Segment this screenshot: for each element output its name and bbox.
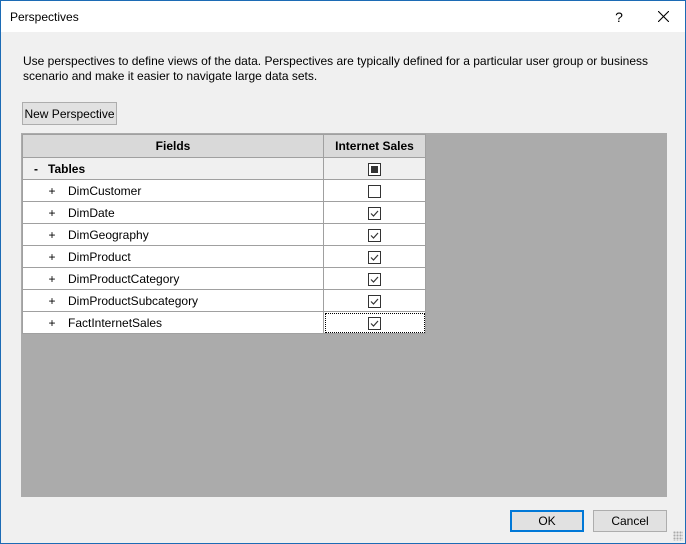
close-icon <box>657 11 669 22</box>
resize-grip[interactable] <box>673 531 683 541</box>
table-name: DimProduct <box>68 249 131 264</box>
table-name: DimDate <box>68 205 115 220</box>
close-button[interactable] <box>643 1 683 32</box>
help-icon: ? <box>615 8 623 25</box>
checkmark-icon <box>370 320 379 327</box>
table-name: DimProductCategory <box>68 271 180 286</box>
checkmark-icon <box>370 254 379 261</box>
checkmark-icon <box>370 276 379 283</box>
expand-toggle[interactable]: + <box>45 184 59 198</box>
group-row-tables: - Tables <box>22 157 426 180</box>
perspectives-grid: Fields Internet Sales - Tables + DimCust… <box>22 134 426 334</box>
ok-button[interactable]: OK <box>510 510 584 532</box>
expand-toggle[interactable]: + <box>45 294 59 308</box>
column-header-internet-sales[interactable]: Internet Sales <box>323 134 426 158</box>
checkbox-checked[interactable] <box>368 206 381 220</box>
perspectives-grid-area: Fields Internet Sales - Tables + DimCust… <box>21 133 667 497</box>
expand-toggle[interactable]: + <box>45 206 59 220</box>
table-name: DimCustomer <box>68 183 142 198</box>
checkbox-checked[interactable] <box>368 250 381 264</box>
checkmark-icon <box>370 298 379 305</box>
table-row: + DimProductCategory <box>22 267 426 290</box>
table-row: + DimDate <box>22 201 426 224</box>
cancel-button[interactable]: Cancel <box>593 510 667 532</box>
expand-toggle[interactable]: + <box>45 272 59 286</box>
collapse-toggle[interactable]: - <box>29 162 43 176</box>
checkmark-icon <box>370 232 379 239</box>
table-name: DimProductSubcategory <box>68 293 199 308</box>
table-row: + DimProductSubcategory <box>22 289 426 312</box>
description-text: Use perspectives to define views of the … <box>23 54 648 83</box>
table-row: + DimGeography <box>22 223 426 246</box>
checkbox-unchecked[interactable] <box>368 184 381 198</box>
new-perspective-button[interactable]: New Perspective <box>22 102 117 125</box>
table-row: + FactInternetSales <box>22 311 426 334</box>
checkbox-checked[interactable] <box>368 316 381 330</box>
column-header-fields[interactable]: Fields <box>22 134 324 158</box>
table-row: + DimProduct <box>22 245 426 268</box>
table-name: DimGeography <box>68 227 149 242</box>
expand-toggle[interactable]: + <box>45 316 59 330</box>
checkbox-checked[interactable] <box>368 294 381 308</box>
table-name: FactInternetSales <box>68 315 163 330</box>
table-row: + DimCustomer <box>22 179 426 202</box>
group-label: Tables <box>48 161 86 176</box>
help-button[interactable]: ? <box>599 1 639 32</box>
title-bar: Perspectives ? <box>1 1 685 32</box>
checkbox-checked[interactable] <box>368 272 381 286</box>
expand-toggle[interactable]: + <box>45 228 59 242</box>
expand-toggle[interactable]: + <box>45 250 59 264</box>
perspectives-dialog: Perspectives ? Use perspectives to defin… <box>0 0 686 544</box>
group-checkbox-indeterminate[interactable] <box>368 162 381 176</box>
window-title: Perspectives <box>10 10 79 24</box>
checkmark-icon <box>370 210 379 217</box>
checkbox-checked[interactable] <box>368 228 381 242</box>
